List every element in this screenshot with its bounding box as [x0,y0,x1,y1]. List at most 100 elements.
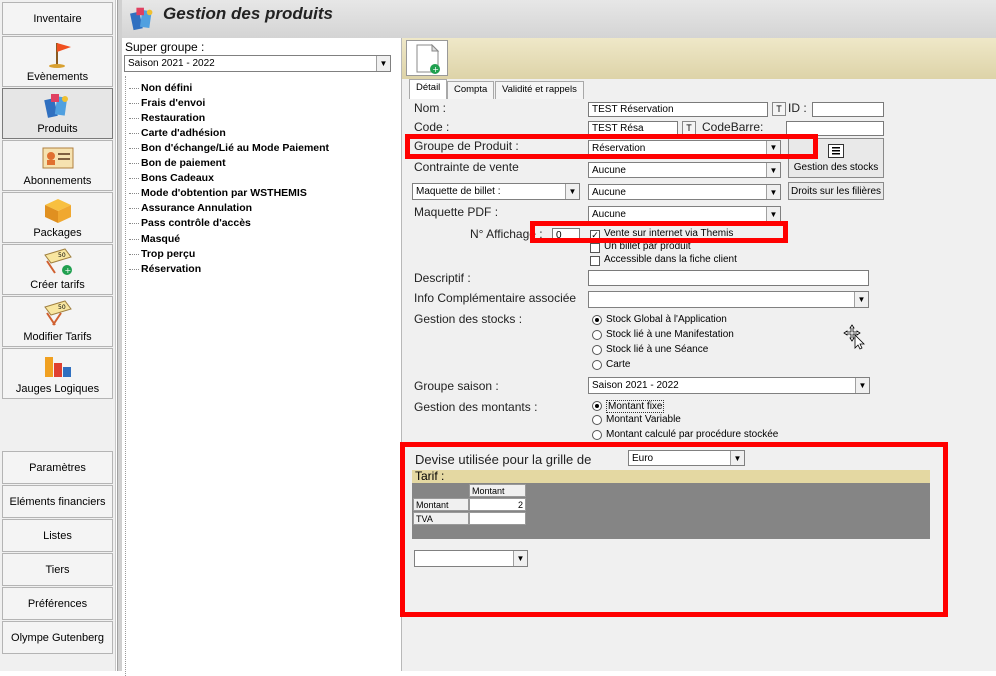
gestion-stocks-label: Gestion des stocks [793,161,879,173]
tarif-row-label: Montant [413,498,469,511]
nav-evenements[interactable]: Evènements [2,36,113,87]
contrainte-value: Aucune [592,165,626,176]
tree-item[interactable]: Bons Cadeaux [129,172,214,184]
new-document-icon: + [416,44,440,74]
nom-input[interactable]: TEST Réservation [588,102,768,117]
nav-parametres-label: Paramètres [29,461,86,474]
nav-tiers[interactable]: Tiers [2,553,113,586]
nav-packages-label: Packages [33,227,82,239]
groupe-produit-value: Réservation [592,143,646,154]
tab-compta[interactable]: Compta [447,81,495,99]
groupe-saison-select[interactable]: Saison 2021 - 2022 ▼ [588,377,870,394]
nav-produits[interactable]: Produits [2,88,113,139]
stock-carte-radio[interactable] [592,360,602,370]
tree-item[interactable]: Bon d'échange/Lié au Mode Paiement [128,142,329,154]
toolbar [402,38,996,79]
new-product-button[interactable]: + [406,40,448,76]
id-card-icon [42,147,73,169]
nav-inventaire[interactable]: Inventaire [2,2,113,35]
groupe-produit-select[interactable]: Réservation ▼ [588,140,781,155]
chevron-down-icon: ▼ [376,56,390,71]
nav-parametres[interactable]: Paramètres [2,451,113,484]
tarif-tva-cell[interactable] [469,512,526,525]
nav-olympe-gutenberg[interactable]: Olympe Gutenberg [2,621,113,654]
vente-internet-checkbox[interactable]: ✓ [590,230,600,240]
tree-item[interactable]: Assurance Annulation [128,202,252,214]
tree-item[interactable]: Bon de paiement [129,157,226,169]
svg-text:+: + [432,65,439,74]
translate-button[interactable]: T [772,102,786,116]
super-groupe-select[interactable]: Saison 2021 - 2022 ▼ [124,55,391,72]
maquette-pdf-select[interactable]: Aucune ▼ [588,206,781,222]
codebarre-input[interactable] [786,121,884,136]
code-input[interactable]: TEST Résa [588,121,678,136]
groupe-produit-label: Groupe de Produit : [414,139,519,153]
nav-preferences[interactable]: Préférences [2,587,113,620]
descriptif-input[interactable] [588,270,869,286]
nav-listes[interactable]: Listes [2,519,113,552]
tarif-title: Tarif : [412,470,930,483]
stock-global-label: Stock Global à l'Application [606,314,727,325]
tree-item[interactable]: Non défini [128,82,192,94]
groupe-saison-value: Saison 2021 - 2022 [592,380,679,391]
nav-elements-financiers[interactable]: Eléments financiers [2,485,113,518]
nav-jauges[interactable]: Jauges Logiques [2,348,113,399]
tarif-row-label: TVA [413,512,469,525]
stock-manifestation-label: Stock lié à une Manifestation [606,329,734,340]
tree-item[interactable]: Trop perçu [128,248,195,260]
gestion-stocks-button[interactable]: Gestion des stocks [788,138,884,178]
nav-modifier-tarifs[interactable]: 50 Modifier Tarifs [2,296,113,347]
billet-par-produit-checkbox[interactable] [590,243,600,253]
maquette-pdf-value: Aucune [592,209,626,220]
stock-global-radio[interactable] [592,315,602,325]
affichage-input[interactable]: 0 [552,228,580,242]
devise-select[interactable]: Euro ▼ [628,450,745,466]
code-label: Code : [414,120,450,134]
tarif-bottom-select[interactable]: ▼ [414,550,528,567]
tree-item[interactable]: Masqué [128,233,180,245]
tree-item[interactable]: Réservation [128,263,201,275]
montant-fixe-radio[interactable] [592,401,602,411]
descriptif-label: Descriptif : [414,271,471,285]
fiche-client-checkbox[interactable] [590,256,600,266]
nav-creer-tarifs[interactable]: 50 + Créer tarifs [2,244,113,295]
vente-internet-label: Vente sur internet via Themis [604,228,734,239]
splitter[interactable] [117,0,122,671]
tree-item[interactable]: Carte d'adhésion [129,127,226,139]
nav-jauges-label: Jauges Logiques [15,383,100,395]
tab-detail[interactable]: Détail [409,79,448,99]
montant-calcule-radio[interactable] [592,430,602,440]
tree-item[interactable]: Pass contrôle d'accès [129,217,251,229]
price-tag-add-icon: 50 + [43,248,72,275]
nav-listes-label: Listes [43,529,72,542]
montant-calcule-label: Montant calculé par procédure stockée [606,429,779,440]
chevron-down-icon: ▼ [565,184,579,199]
nav-packages[interactable]: Packages [2,192,113,243]
tarif-montant-cell[interactable]: 2 [469,498,526,511]
info-complementaire-select[interactable]: ▼ [588,291,869,308]
tree-item[interactable]: Mode d'obtention par WSTHEMIS [129,187,307,199]
maquette-billet-select[interactable]: Aucune ▼ [588,184,781,200]
tree-item[interactable]: Frais d'envoi [128,97,205,109]
tab-validite[interactable]: Validité et rappels [495,81,584,99]
montant-variable-radio[interactable] [592,415,602,425]
chevron-down-icon: ▼ [854,292,868,307]
droits-filieres-button[interactable]: Droits sur les filières [788,182,884,200]
maquette-billet-type-select[interactable]: Maquette de billet : ▼ [412,183,580,200]
stock-manifestation-radio[interactable] [592,330,602,340]
tree-item[interactable]: Restauration [128,112,205,124]
id-input[interactable] [812,102,884,117]
contrainte-select[interactable]: Aucune ▼ [588,162,781,178]
contrainte-label: Contrainte de vente [414,160,519,174]
nav-inventaire-label: Inventaire [33,12,82,25]
stock-seance-radio[interactable] [592,345,602,355]
super-groupe-value: Saison 2021 - 2022 [128,58,215,69]
id-label: ID : [788,101,807,115]
price-tag-edit-icon: 50 [43,300,72,326]
nav-abonnements[interactable]: Abonnements [2,140,113,191]
translate-button[interactable]: T [682,121,696,135]
chevron-down-icon: ▼ [766,141,780,154]
codebarre-label: CodeBarre: [702,120,764,134]
list-icon [828,143,844,158]
left-navigation: Inventaire Evènements Produits Abonnemen… [0,0,116,671]
